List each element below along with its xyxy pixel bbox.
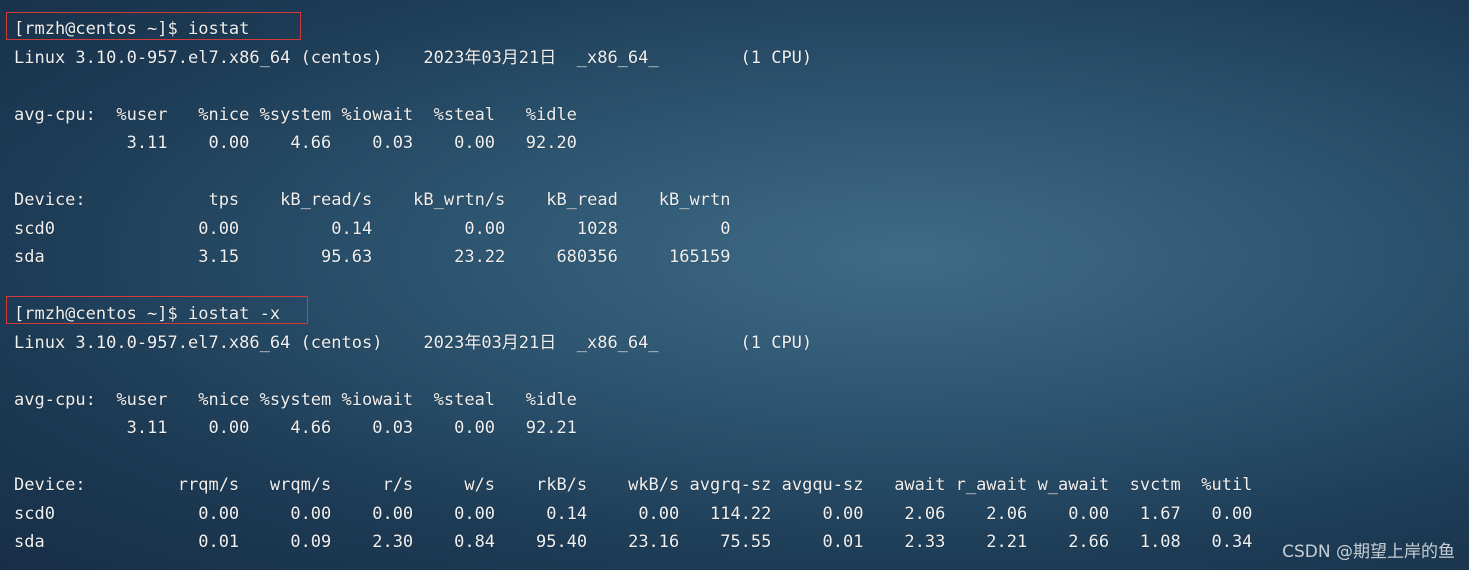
device-row-sda: sda 3.15 95.63 23.22 680356 165159 — [14, 247, 731, 267]
cpu-values: 3.11 0.00 4.66 0.03 0.00 92.21 — [14, 418, 577, 438]
csdn-watermark: CSDN @期望上岸的鱼 — [1282, 542, 1455, 562]
extended-device-header: Device: rrqm/s wrqm/s r/s w/s rkB/s wkB/… — [14, 475, 1253, 495]
cpu-values: 3.11 0.00 4.66 0.03 0.00 92.20 — [14, 133, 577, 153]
cpu-header: avg-cpu: %user %nice %system %iowait %st… — [14, 105, 577, 125]
extended-device-row-sda: sda 0.01 0.09 2.30 0.84 95.40 23.16 75.5… — [14, 532, 1253, 552]
prompt-command-iostat: [rmzh@centos ~]$ iostat — [14, 19, 250, 39]
prompt-command-iostat-x: [rmzh@centos ~]$ iostat -x — [14, 304, 281, 324]
system-info-line: Linux 3.10.0-957.el7.x86_64 (centos) 202… — [14, 333, 813, 353]
device-header: Device: tps kB_read/s kB_wrtn/s kB_read … — [14, 190, 731, 210]
cpu-header: avg-cpu: %user %nice %system %iowait %st… — [14, 390, 577, 410]
extended-device-row-scd0: scd0 0.00 0.00 0.00 0.00 0.14 0.00 114.2… — [14, 504, 1253, 524]
system-info-line: Linux 3.10.0-957.el7.x86_64 (centos) 202… — [14, 48, 813, 68]
device-row-scd0: scd0 0.00 0.14 0.00 1028 0 — [14, 219, 731, 239]
